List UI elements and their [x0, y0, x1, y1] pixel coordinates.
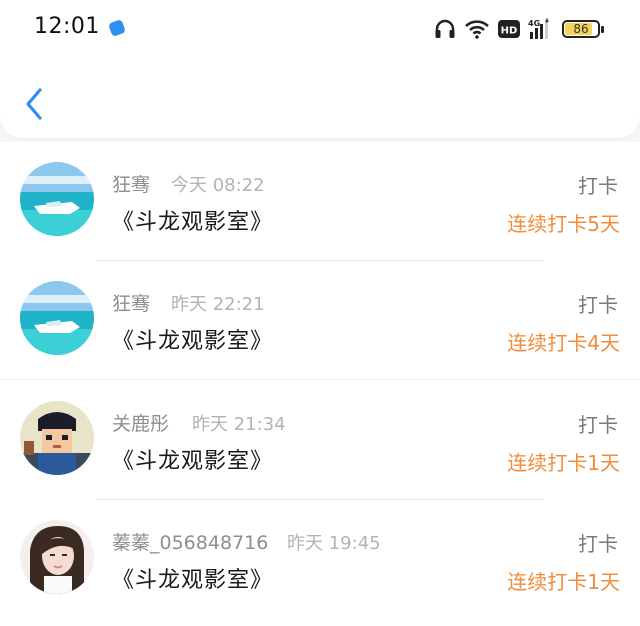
status-time: 12:01: [34, 14, 100, 39]
streak-text: 连续打卡4天: [507, 331, 620, 355]
svg-text:HD: HD: [501, 26, 518, 37]
checkin-list: 狂骞 今天 08:22 《斗龙观影室》 打卡 连续打卡5天 狂骞 昨天 22:2…: [0, 142, 640, 626]
timestamp: 今天 08:22: [171, 175, 265, 196]
timestamp: 昨天 22:21: [171, 294, 265, 315]
ocean-boat-avatar-icon: [20, 281, 94, 355]
streak-text: 连续打卡1天: [507, 570, 620, 594]
user-name[interactable]: 蓁蓁_056848716: [112, 528, 268, 555]
streak-text: 连续打卡5天: [507, 212, 620, 236]
user-name[interactable]: 狂骞: [112, 170, 150, 197]
signal-4g-icon: 4G: [528, 18, 549, 39]
list-item[interactable]: 狂骞 今天 08:22 《斗龙观影室》 打卡 连续打卡5天: [0, 142, 640, 262]
avatar[interactable]: [20, 520, 94, 594]
wifi-icon: [465, 20, 489, 39]
status-icons: HD 4G 86: [434, 14, 604, 44]
group-name[interactable]: 《斗龙观影室》: [112, 443, 273, 475]
checkin-label: 打卡: [578, 293, 618, 317]
list-item[interactable]: 狂骞 昨天 22:21 《斗龙观影室》 打卡 连续打卡4天: [0, 261, 640, 381]
divider: [0, 379, 640, 380]
header: [0, 60, 640, 138]
group-name[interactable]: 《斗龙观影室》: [112, 323, 273, 355]
avatar[interactable]: [20, 401, 94, 475]
group-name[interactable]: 《斗龙观影室》: [112, 562, 273, 594]
girl-portrait-avatar-icon: [20, 520, 94, 594]
streak-text: 连续打卡1天: [507, 451, 620, 475]
battery-icon: 86: [562, 20, 604, 38]
user-name[interactable]: 狂骞: [112, 289, 150, 316]
group-name[interactable]: 《斗龙观影室》: [112, 204, 273, 236]
chevron-left-icon: [26, 88, 42, 120]
timestamp: 昨天 21:34: [192, 414, 286, 435]
checkin-label: 打卡: [578, 174, 618, 198]
user-name[interactable]: 关鹿彤: [112, 409, 169, 436]
list-item[interactable]: 关鹿彤 昨天 21:34 《斗龙观影室》 打卡 连续打卡1天: [0, 381, 640, 501]
avatar[interactable]: [20, 162, 94, 236]
headphones-icon: [435, 19, 455, 38]
svg-text:4G: 4G: [528, 19, 540, 28]
status-bar: 12:01 HD 4G 86: [0, 0, 640, 60]
list-item[interactable]: 蓁蓁_056848716 昨天 19:45 《斗龙观影室》 打卡 连续打卡1天: [0, 500, 640, 620]
back-button[interactable]: [20, 84, 50, 124]
checkin-label: 打卡: [578, 413, 618, 437]
hd-icon: HD: [498, 20, 520, 38]
app-notification-icon: [108, 19, 126, 37]
pixel-character-avatar-icon: [20, 401, 94, 475]
ocean-boat-avatar-icon: [20, 162, 94, 236]
avatar[interactable]: [20, 281, 94, 355]
battery-level: 86: [573, 22, 589, 36]
checkin-label: 打卡: [578, 532, 618, 556]
timestamp: 昨天 19:45: [287, 533, 381, 554]
